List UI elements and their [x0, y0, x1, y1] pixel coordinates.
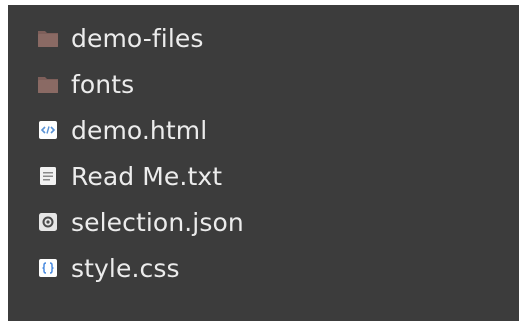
file-list: demo-files fonts demo.html Read Me.txt s…	[8, 5, 519, 321]
file-row-read-me-txt[interactable]: Read Me.txt	[8, 153, 519, 199]
folder-icon	[37, 27, 59, 49]
json-file-icon	[37, 211, 59, 233]
file-name: demo-files	[71, 23, 204, 53]
file-name: demo.html	[71, 115, 208, 145]
file-name: style.css	[71, 253, 180, 283]
file-row-selection-json[interactable]: selection.json	[8, 199, 519, 245]
html-file-icon	[37, 119, 59, 141]
file-row-fonts[interactable]: fonts	[8, 61, 519, 107]
file-name: Read Me.txt	[71, 161, 223, 191]
css-file-icon	[37, 257, 59, 279]
window-frame: demo-files fonts demo.html Read Me.txt s…	[0, 0, 524, 329]
file-name: fonts	[71, 69, 135, 99]
file-row-demo-files[interactable]: demo-files	[8, 15, 519, 61]
text-file-icon	[37, 165, 59, 187]
file-row-style-css[interactable]: style.css	[8, 245, 519, 291]
folder-icon	[37, 73, 59, 95]
file-name: selection.json	[71, 207, 244, 237]
file-row-demo-html[interactable]: demo.html	[8, 107, 519, 153]
